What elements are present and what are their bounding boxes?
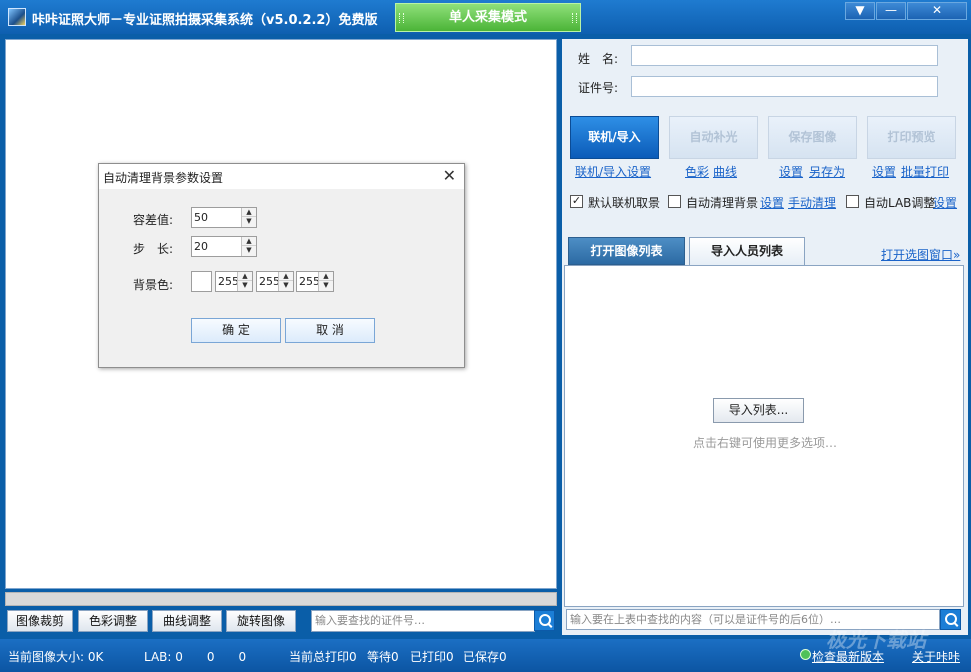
background-color-swatch[interactable] [191, 271, 212, 292]
minimize-icon[interactable]: — [876, 2, 906, 20]
tab-open-image-list[interactable]: 打开图像列表 [568, 237, 685, 265]
color-link[interactable]: 色彩 [685, 163, 709, 180]
stepper-arrows-icon[interactable]: ▲ ▼ [278, 272, 293, 291]
printed-status: 已打印0 [410, 650, 454, 664]
bg-red-value: 255 [218, 275, 239, 288]
name-label: 姓 名: [578, 52, 619, 66]
bg-red-stepper[interactable]: 255 ▲ ▼ [215, 271, 253, 292]
connect-settings-link[interactable]: 联机/导入设置 [575, 163, 651, 180]
id-number-label: 证件号: [578, 81, 619, 95]
manual-clean-link[interactable]: 手动清理 [788, 194, 836, 211]
cancel-button[interactable]: 取 消 [285, 318, 375, 343]
step-value: 20 [194, 240, 208, 253]
auto-clean-checkbox[interactable] [668, 195, 681, 208]
default-connect-checkbox[interactable]: ✓ [570, 195, 583, 208]
connect-import-button[interactable]: 联机/导入 [570, 116, 659, 159]
curve-link[interactable]: 曲线 [713, 163, 737, 180]
auto-clean-settings-link[interactable]: 设置 [760, 194, 784, 211]
bg-green-value: 255 [259, 275, 280, 288]
bg-green-stepper[interactable]: 255 ▲ ▼ [256, 271, 294, 292]
import-list-button[interactable]: 导入列表... [713, 398, 804, 423]
image-size-status: 当前图像大小: 0K [8, 650, 104, 664]
auto-clean-label: 自动清理背景 [686, 196, 759, 210]
stepper-arrows-icon[interactable]: ▲ ▼ [241, 208, 256, 227]
auto-lab-checkbox[interactable] [846, 195, 859, 208]
tolerance-stepper[interactable]: 50 ▲ ▼ [191, 207, 257, 228]
print-settings-link[interactable]: 设置 [872, 163, 896, 180]
batch-print-link[interactable]: 批量打印 [901, 163, 949, 180]
auto-clean-settings-dialog: 自动清理背景参数设置 ✕ 容差值: 50 ▲ ▼ 步 长: 20 ▲ ▼ 背景色: … [98, 163, 465, 368]
window-title: 咔咔证照大师－专业证照拍摄采集系统（v5.0.2.2）免费版 [32, 13, 378, 28]
color-adjust-button[interactable]: 色彩调整 [78, 610, 148, 632]
menu-dropdown-icon[interactable]: ▼ [845, 2, 875, 20]
total-print-status: 当前总打印0 [289, 650, 357, 664]
bg-blue-value: 255 [299, 275, 320, 288]
saved-status: 已保存0 [463, 650, 507, 664]
dialog-title-bar: 自动清理背景参数设置 ✕ [99, 164, 464, 189]
dialog-title: 自动清理背景参数设置 [103, 171, 224, 185]
auto-lab-settings-link[interactable]: 设置 [933, 194, 957, 211]
step-stepper[interactable]: 20 ▲ ▼ [191, 236, 257, 257]
right-panel: 姓 名: 证件号: 联机/导入 自动补光 保存图像 打印预览 联机/导入设置 色… [562, 39, 968, 635]
ok-button[interactable]: 确 定 [191, 318, 281, 343]
tolerance-value: 50 [194, 211, 208, 224]
curve-adjust-button[interactable]: 曲线调整 [152, 610, 222, 632]
search-icon[interactable] [534, 610, 555, 631]
save-settings-link[interactable]: 设置 [779, 163, 803, 180]
default-connect-label: 默认联机取景 [588, 196, 661, 210]
search-icon[interactable] [940, 609, 961, 630]
auto-light-button[interactable]: 自动补光 [669, 116, 758, 159]
stepper-arrows-icon[interactable]: ▲ ▼ [318, 272, 333, 291]
stepper-arrows-icon[interactable]: ▲ ▼ [237, 272, 252, 291]
lab-status: LAB: 0 0 0 [144, 650, 247, 664]
save-image-button[interactable]: 保存图像 [768, 116, 857, 159]
waiting-status: 等待0 [367, 650, 399, 664]
person-list-area[interactable]: 导入列表... 点击右键可使用更多选项… [564, 265, 964, 607]
crop-image-button[interactable]: 图像裁剪 [7, 610, 73, 632]
save-as-link[interactable]: 另存为 [809, 163, 845, 180]
cert-number-search-input[interactable]: 输入要查找的证件号… [311, 610, 535, 632]
auto-lab-label: 自动LAB调整 [864, 196, 936, 210]
background-color-label: 背景色: [133, 278, 174, 292]
title-bar: 咔咔证照大师－专业证照拍摄采集系统（v5.0.2.2）免费版 单人采集模式 ▼ … [0, 0, 971, 34]
horizontal-scrollbar[interactable] [5, 592, 557, 606]
watermark-logo: 极光下载站 [826, 628, 926, 652]
tab-import-person-list[interactable]: 导入人员列表 [689, 237, 805, 265]
update-check-icon [800, 649, 811, 660]
single-capture-mode-tab[interactable]: 单人采集模式 [395, 3, 581, 32]
bg-blue-stepper[interactable]: 255 ▲ ▼ [296, 271, 334, 292]
step-label: 步 长: [133, 242, 174, 256]
rotate-image-button[interactable]: 旋转图像 [226, 610, 296, 632]
open-selector-window-link[interactable]: 打开选图窗口» [881, 246, 960, 263]
tolerance-label: 容差值: [133, 213, 174, 227]
id-number-field[interactable] [631, 76, 938, 97]
stepper-arrows-icon[interactable]: ▲ ▼ [241, 237, 256, 256]
app-logo-icon [8, 8, 26, 26]
close-window-icon[interactable]: ✕ [907, 2, 967, 20]
dialog-close-icon[interactable]: ✕ [443, 166, 456, 185]
name-field[interactable] [631, 45, 938, 66]
print-preview-button[interactable]: 打印预览 [867, 116, 956, 159]
right-click-hint: 点击右键可使用更多选项… [692, 436, 837, 450]
